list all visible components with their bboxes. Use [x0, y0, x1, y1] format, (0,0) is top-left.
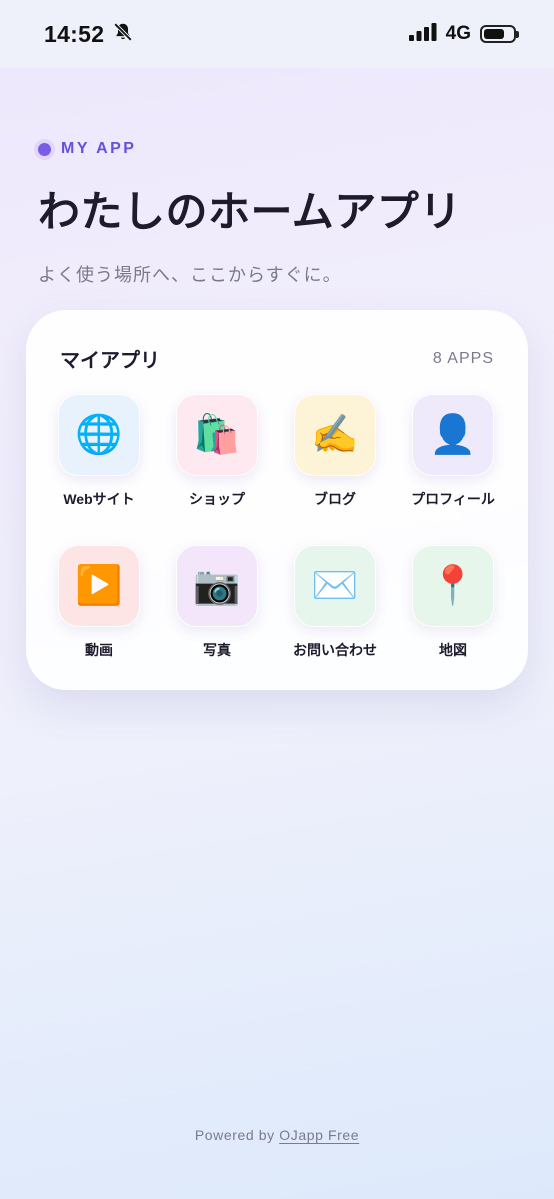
app-tile[interactable]: ✉️ お問い合わせ	[276, 545, 394, 660]
eyebrow-label: MY APP	[61, 140, 137, 157]
globe-icon[interactable]: 🌐	[58, 394, 140, 476]
hero-section: MY APP わたしのホームアプリ よく使う場所へ、ここからすぐに。	[38, 140, 518, 287]
shopping-bags-icon[interactable]: 🛍️	[176, 394, 258, 476]
footer: Powered by OJapp Free	[0, 1127, 554, 1143]
status-left: 14:52	[44, 21, 134, 48]
app-tile[interactable]: ✍️ ブログ	[276, 394, 394, 509]
app-label: 写真	[203, 642, 231, 658]
battery-icon	[480, 25, 519, 43]
app-tile[interactable]: 👤 プロフィール	[394, 394, 512, 509]
app-label: 地図	[439, 642, 467, 658]
eyebrow-dot-icon	[38, 142, 51, 156]
card-header: マイアプリ 8 APPS	[60, 344, 494, 373]
play-button-icon[interactable]: ▶️	[58, 545, 140, 627]
app-grid: 🌐 Webサイト 🛍️ ショップ ✍️ ブログ 👤 プロフィール ▶️ 動画 📷 写真 ✉️ お問い合わせ…	[40, 394, 514, 660]
camera-icon[interactable]: 📷	[176, 545, 258, 627]
app-tile[interactable]: 🛍️ ショップ	[158, 394, 276, 509]
envelope-icon[interactable]: ✉️	[294, 545, 376, 627]
bell-slash-icon	[112, 21, 134, 48]
app-tile[interactable]: 📍 地図	[394, 545, 512, 660]
card-title: マイアプリ	[60, 350, 160, 372]
app-card: マイアプリ 8 APPS 🌐 Webサイト 🛍️ ショップ ✍️ ブログ 👤 プロフィール ▶️…	[26, 310, 528, 690]
person-silhouette-icon[interactable]: 👤	[412, 394, 494, 476]
network-type: 4G	[445, 23, 471, 44]
app-label: お問い合わせ	[293, 642, 377, 658]
eyebrow: MY APP	[38, 140, 518, 158]
map-pin-icon[interactable]: 📍	[412, 545, 494, 627]
status-bar: 14:52 4G	[0, 0, 554, 68]
app-label: 動画	[85, 642, 113, 658]
app-tile[interactable]: 📷 写真	[158, 545, 276, 660]
app-label: ブログ	[314, 491, 356, 507]
writing-hand-icon[interactable]: ✍️	[294, 394, 376, 476]
app-label: プロフィール	[411, 491, 495, 507]
status-right: 4G	[408, 22, 519, 46]
app-tile[interactable]: 🌐 Webサイト	[40, 394, 158, 509]
page-title: わたしのホームアプリ	[38, 188, 462, 235]
app-count: 8 APPS	[432, 349, 494, 367]
status-time: 14:52	[44, 20, 105, 47]
app-label: ショップ	[189, 491, 245, 507]
app-label: Webサイト	[63, 491, 135, 507]
footer-link[interactable]: OJapp Free	[279, 1127, 359, 1143]
battery-level	[484, 29, 504, 39]
signal-icon	[408, 22, 437, 46]
page-subtitle: よく使う場所へ、ここからすぐに。	[38, 265, 342, 285]
app-tile[interactable]: ▶️ 動画	[40, 545, 158, 660]
footer-prefix: Powered by	[194, 1127, 275, 1143]
